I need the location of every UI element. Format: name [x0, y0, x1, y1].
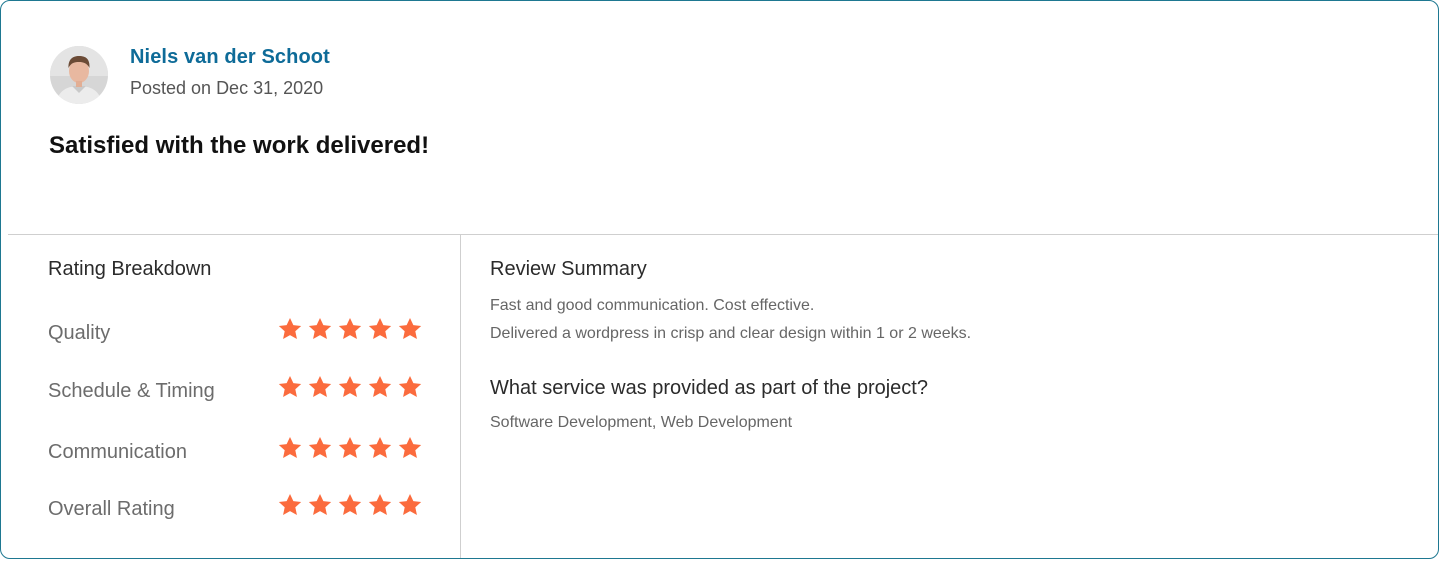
reviewer-header: Niels van der Schoot Posted on Dec 31, 2… — [50, 45, 330, 105]
star-icon — [337, 316, 363, 342]
reviewer-avatar — [50, 46, 108, 104]
rating-breakdown-heading: Rating Breakdown — [48, 258, 212, 280]
star-icon — [337, 374, 363, 400]
review-card: Niels van der Schoot Posted on Dec 31, 2… — [0, 0, 1439, 559]
star-icon — [337, 492, 363, 518]
star-icon — [367, 435, 393, 461]
rating-row-quality: Quality — [48, 316, 428, 350]
star-icon — [367, 492, 393, 518]
rating-label: Communication — [48, 441, 187, 463]
star-icon — [397, 492, 423, 518]
service-answer: Software Development, Web Development — [490, 414, 793, 431]
rating-label: Overall Rating — [48, 498, 175, 520]
person-avatar-icon — [50, 46, 108, 104]
summary-text-line: Delivered a wordpress in crisp and clear… — [490, 325, 972, 342]
star-icon — [337, 435, 363, 461]
rating-label: Schedule & Timing — [48, 380, 215, 402]
star-icon — [277, 492, 303, 518]
summary-text-line: Fast and good communication. Cost effect… — [490, 297, 815, 314]
star-icon — [367, 374, 393, 400]
star-icon — [307, 435, 333, 461]
star-icon — [367, 316, 393, 342]
review-summary-heading: Review Summary — [490, 258, 647, 280]
rating-label: Quality — [48, 322, 111, 344]
reviewer-info: Niels van der Schoot Posted on Dec 31, 2… — [130, 46, 330, 99]
star-icon — [397, 374, 423, 400]
star-icon — [277, 316, 303, 342]
star-icon — [307, 316, 333, 342]
star-rating — [277, 435, 423, 461]
star-icon — [307, 374, 333, 400]
reviewer-name[interactable]: Niels van der Schoot — [130, 46, 330, 69]
horizontal-divider — [8, 234, 1438, 235]
rating-row-communication: Communication — [48, 435, 428, 469]
star-icon — [307, 492, 333, 518]
vertical-divider — [460, 235, 461, 558]
star-rating — [277, 492, 423, 518]
rating-row-schedule: Schedule & Timing — [48, 374, 428, 408]
star-icon — [277, 435, 303, 461]
rating-row-overall: Overall Rating — [48, 492, 428, 526]
star-icon — [277, 374, 303, 400]
star-icon — [397, 316, 423, 342]
posted-date: Posted on Dec 31, 2020 — [130, 77, 324, 98]
star-rating — [277, 374, 423, 400]
star-icon — [397, 435, 423, 461]
review-title: Satisfied with the work delivered! — [49, 132, 430, 159]
star-rating — [277, 316, 423, 342]
service-question: What service was provided as part of the… — [490, 377, 928, 399]
